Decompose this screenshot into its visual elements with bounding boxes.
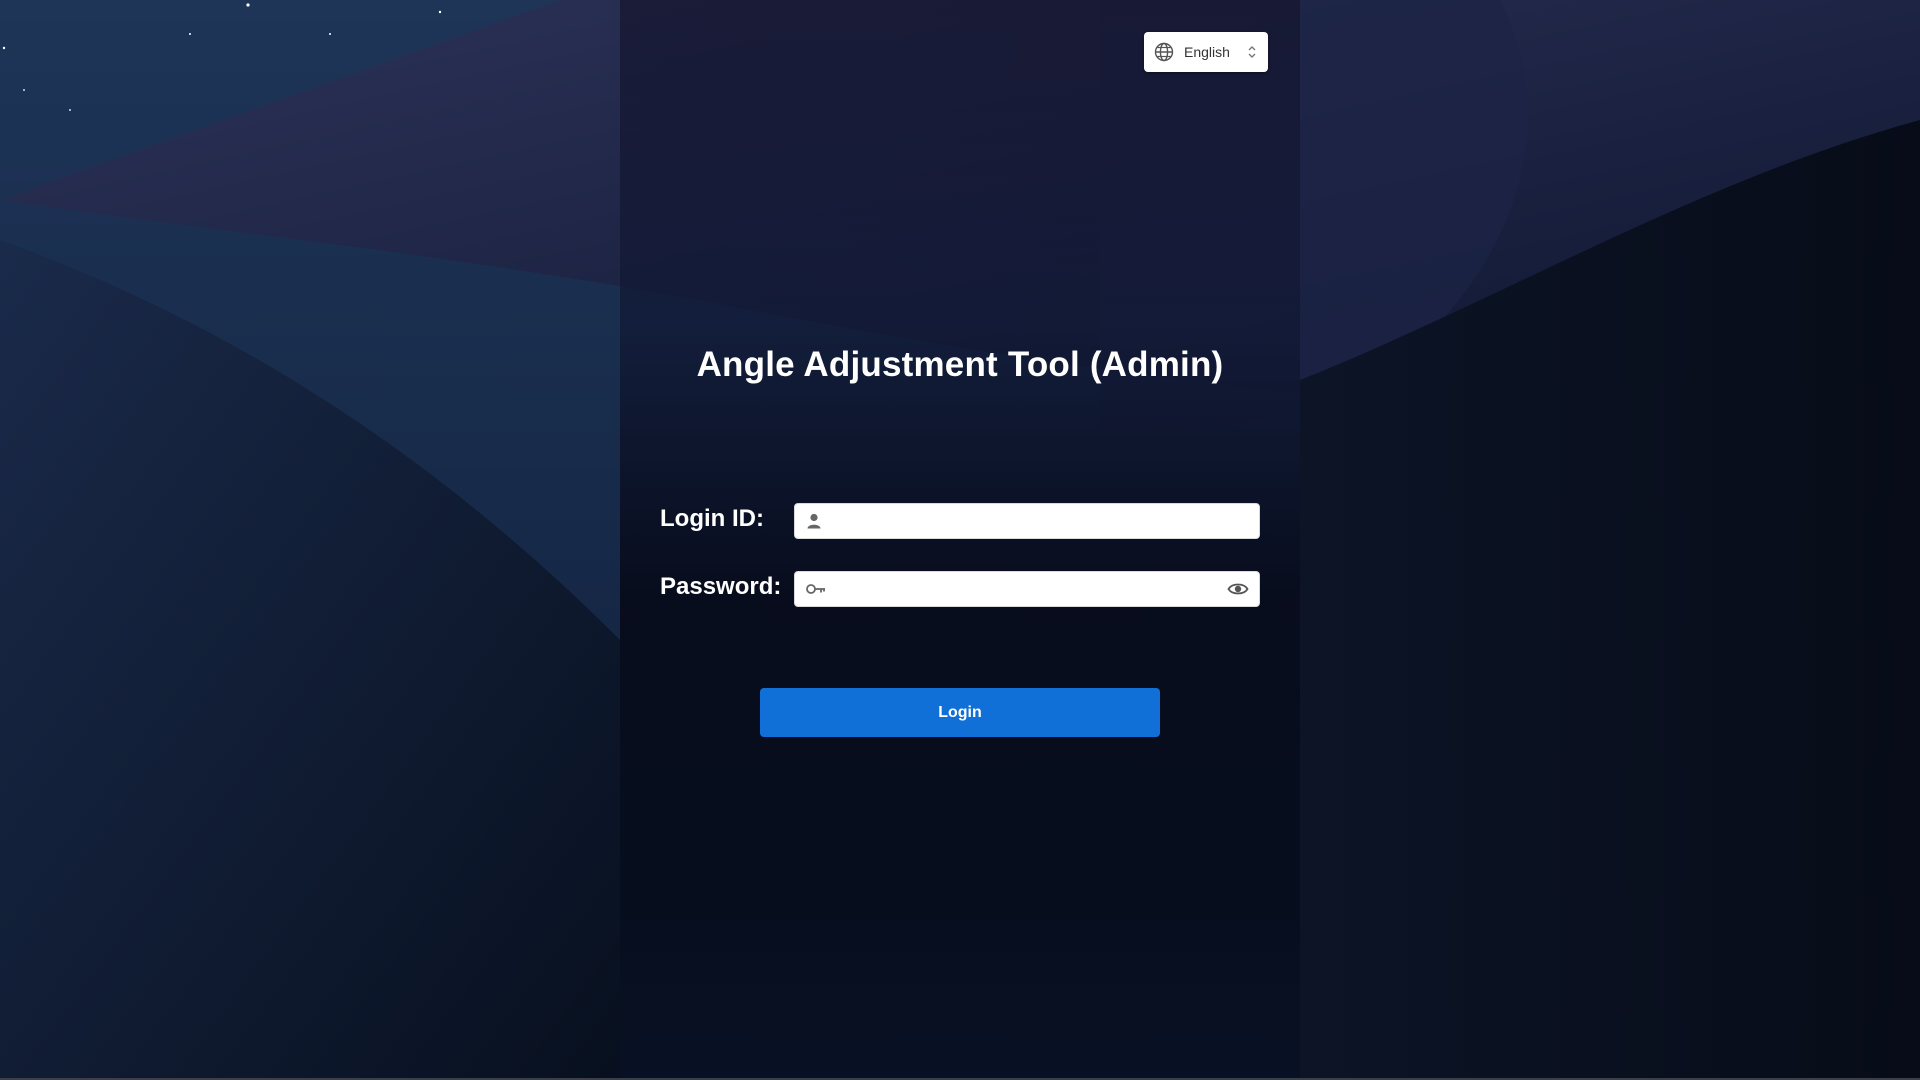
login-page: English Angle Adjustment Tool (Admin) Lo…	[0, 0, 1920, 1080]
login-button[interactable]: Login	[760, 688, 1160, 737]
page-title: Angle Adjustment Tool (Admin)	[696, 345, 1224, 384]
login-id-field[interactable]	[794, 503, 1260, 539]
language-value: English	[1184, 44, 1230, 60]
chevron-updown-icon	[1248, 46, 1256, 58]
globe-icon	[1154, 42, 1174, 62]
login-id-input[interactable]	[823, 504, 1249, 538]
password-field[interactable]	[794, 571, 1260, 607]
password-input[interactable]	[827, 572, 1227, 606]
user-icon	[807, 513, 821, 529]
password-label: Password:	[660, 573, 782, 600]
center-panel	[620, 0, 1300, 1080]
eye-icon[interactable]	[1227, 578, 1249, 600]
login-id-label: Login ID:	[660, 505, 764, 532]
key-icon	[806, 584, 825, 594]
language-selector[interactable]: English	[1144, 32, 1268, 72]
